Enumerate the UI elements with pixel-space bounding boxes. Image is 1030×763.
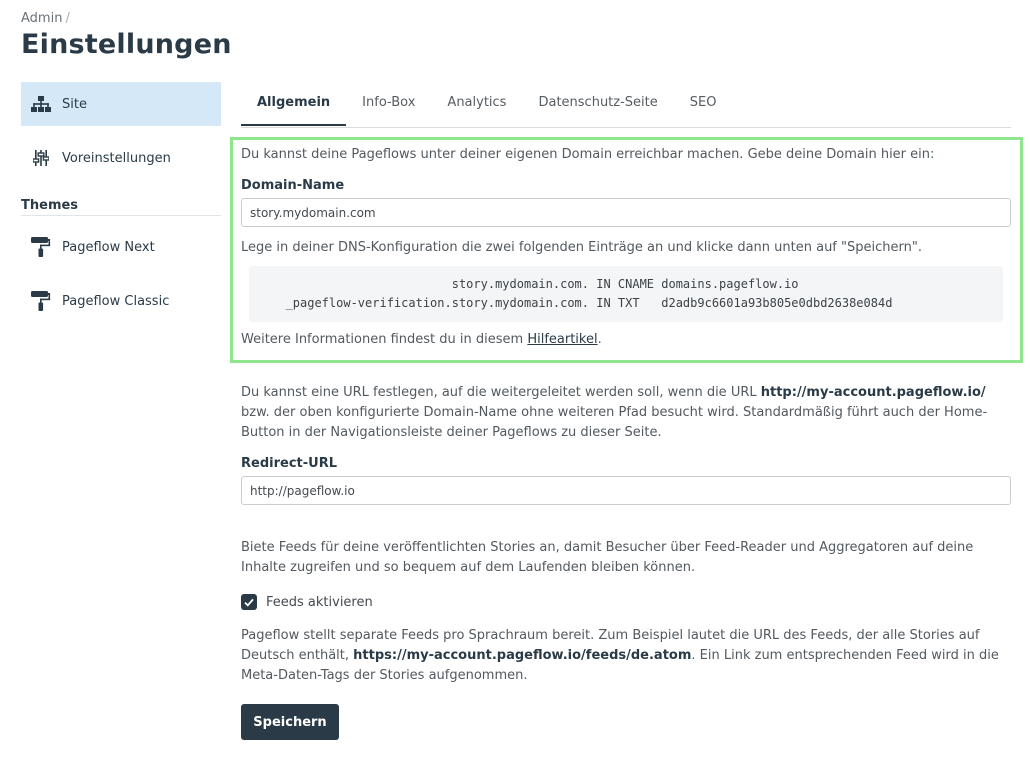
tab-analytics[interactable]: Analytics (431, 82, 522, 126)
redirect-url-input[interactable] (241, 476, 1011, 505)
domain-name-input[interactable] (241, 198, 1011, 227)
themes-heading: Themes (21, 190, 221, 216)
breadcrumb-admin-link[interactable]: Admin (21, 11, 62, 26)
sidebar-item-voreinstellungen[interactable]: Voreinstellungen (21, 136, 221, 180)
feeds-checkbox-row[interactable]: Feeds aktivieren (241, 594, 373, 610)
paint-roller-icon (31, 291, 51, 311)
tab-datenschutz-seite[interactable]: Datenschutz-Seite (522, 82, 673, 126)
save-button[interactable]: Speichern (241, 704, 339, 740)
sidebar-item-site[interactable]: Site (21, 82, 221, 126)
domain-name-label: Domain-Name (241, 178, 345, 193)
sliders-icon (31, 148, 51, 168)
feeds-checkbox[interactable] (241, 594, 257, 610)
sidebar: Site Voreinstellungen Themes Pageflow Ne… (21, 82, 221, 333)
feeds-intro: Biete Feeds für deine veröffentlichten S… (241, 540, 974, 575)
tab-info-box[interactable]: Info-Box (346, 82, 431, 126)
breadcrumb-separator: / (65, 11, 70, 26)
dns-records: story.mydomain.com. IN CNAME domains.pag… (249, 266, 1003, 322)
sidebar-item-pageflow-classic[interactable]: Pageflow Classic (21, 279, 221, 323)
sidebar-item-label: Site (62, 96, 87, 112)
tab-seo[interactable]: SEO (674, 82, 733, 126)
check-icon (244, 598, 254, 607)
sidebar-item-label: Pageflow Classic (62, 293, 170, 309)
domain-info: Weitere Informationen findest du in dies… (241, 332, 602, 347)
sidebar-item-label: Voreinstellungen (62, 150, 171, 166)
help-article-link[interactable]: Hilfeartikel (527, 332, 597, 347)
sidebar-item-label: Pageflow Next (62, 239, 155, 255)
redirect-url-label: Redirect-URL (241, 456, 337, 471)
redirect-description: Du kannst eine URL festlegen, auf die we… (241, 385, 988, 440)
dns-record-txt: _pageflow-verification.story.mydomain.co… (285, 296, 893, 310)
breadcrumb: Admin / (21, 11, 70, 26)
tab-allgemein[interactable]: Allgemein (241, 82, 347, 126)
page-title: Einstellungen (21, 29, 232, 60)
domain-intro: Du kannst deine Pageflows unter deiner e… (241, 147, 935, 162)
settings-tabs: Allgemein Info-Box Analytics Datenschutz… (241, 82, 1011, 128)
sidebar-item-pageflow-next[interactable]: Pageflow Next (21, 225, 221, 269)
dns-record-cname: story.mydomain.com. IN CNAME domains.pag… (451, 277, 799, 291)
sitemap-icon (31, 94, 51, 114)
feeds-checkbox-label: Feeds aktivieren (266, 594, 373, 610)
paint-roller-icon (31, 237, 51, 257)
dns-hint: Lege in deiner DNS-Konfiguration die zwe… (241, 240, 922, 255)
feeds-note: Pageflow stellt separate Feeds pro Sprac… (241, 628, 999, 683)
